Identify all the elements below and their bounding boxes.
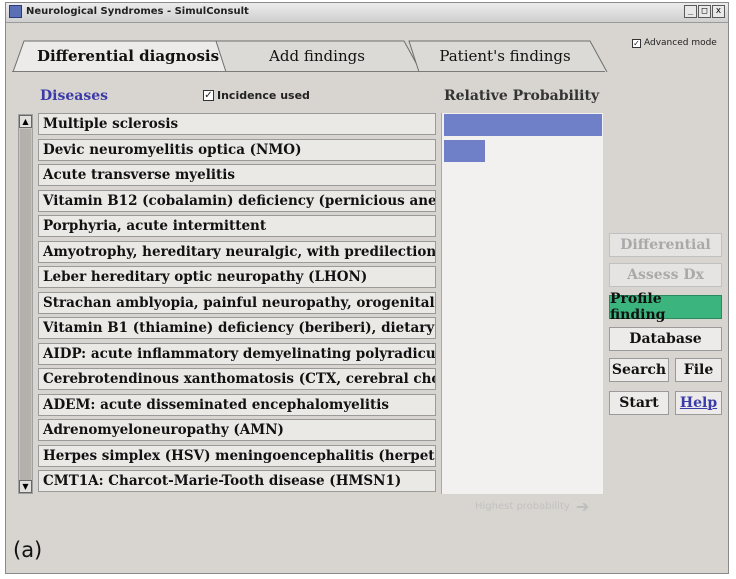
advanced-mode-toggle[interactable]: ✓ Advanced mode (632, 38, 717, 48)
scroll-down-arrow-icon[interactable]: ▼ (19, 480, 32, 493)
scroll-thumb[interactable] (20, 129, 31, 483)
disease-row[interactable]: ADEM: acute disseminated encephalomyelit… (38, 393, 436, 416)
tab-patients-findings[interactable]: Patient's findings (402, 40, 608, 73)
tab-bar: Differential diagnosis Add findings Pati… (12, 40, 608, 73)
disease-row[interactable]: Amyotrophy, hereditary neuralgic, with p… (38, 240, 436, 263)
disease-row[interactable]: Cerebrotendinous xanthomatosis (CTX, cer… (38, 368, 436, 390)
app-icon (9, 5, 22, 18)
scroll-up-arrow-icon[interactable]: ▲ (19, 115, 32, 128)
disease-row[interactable]: Vitamin B1 (thiamine) deficiency (beribe… (38, 317, 436, 339)
incidence-used-label: Incidence used (217, 89, 310, 102)
disease-list-scrollbar[interactable]: ▲ ▼ (18, 114, 33, 494)
differential-button[interactable]: Differential (609, 233, 722, 257)
disease-row[interactable]: Adrenomyeloneuropathy (AMN) (38, 419, 436, 441)
disease-row[interactable]: Porphyria, acute intermittent (38, 215, 436, 237)
maximize-button[interactable]: □ (698, 5, 711, 18)
minimize-button[interactable]: _ (684, 5, 697, 18)
disease-row[interactable]: Herpes simplex (HSV) meningoencephalitis… (38, 444, 436, 467)
hint-text: Highest probability (475, 501, 570, 512)
profile-finding-label: Profile finding (610, 291, 666, 323)
tab-add-findings[interactable]: Add findings (212, 40, 422, 73)
file-label: File (683, 362, 714, 378)
window-controls: _ □ x (684, 5, 725, 18)
database-button[interactable]: Database (609, 327, 722, 351)
relative-probability-panel (441, 113, 603, 494)
start-label: Start (619, 395, 659, 411)
disease-row[interactable]: CMT1A: Charcot-Marie-Tooth disease (HMSN… (38, 470, 436, 492)
diseases-header: Diseases (40, 88, 108, 104)
start-button[interactable]: Start (609, 391, 669, 415)
differential-label: Differential (620, 237, 711, 253)
relative-probability-header: Relative Probability (444, 88, 600, 104)
help-label: Help (679, 395, 718, 411)
disease-row[interactable]: Strachan amblyopia, painful neuropathy, … (38, 291, 436, 314)
disease-row[interactable]: Leber hereditary optic neuropathy (LHON) (38, 266, 436, 288)
checkbox-check-icon[interactable]: ✓ (632, 38, 641, 48)
tab-label: Add findings (269, 47, 365, 65)
probability-bar (444, 114, 602, 136)
tab-label: Patient's findings (439, 47, 571, 65)
disease-row[interactable]: Vitamin B12 (cobalamin) deficiency (pern… (38, 189, 436, 212)
disease-row[interactable]: Acute transverse myelitis (38, 164, 436, 186)
figure-caption: (a) (13, 538, 43, 562)
tab-differential-diagnosis[interactable]: Differential diagnosis (12, 40, 244, 73)
profile-finding-button[interactable]: Profile finding (609, 291, 722, 323)
help-button[interactable]: Help (675, 391, 722, 415)
assess-dx-label: Assess Dx (627, 267, 704, 283)
tab-underline (12, 71, 605, 72)
search-label: Search (611, 362, 667, 378)
checkbox-check-icon[interactable]: ✓ (203, 90, 214, 101)
disease-row[interactable]: Devic neuromyelitis optica (NMO) (38, 138, 436, 161)
advanced-mode-label: Advanced mode (644, 38, 717, 48)
probability-bar (444, 139, 486, 162)
disease-row[interactable]: Multiple sclerosis (38, 113, 436, 135)
highest-probability-hint: Highest probability ➔ (475, 497, 589, 516)
tab-label: Differential diagnosis (36, 47, 220, 65)
database-label: Database (629, 331, 702, 347)
disease-row[interactable]: AIDP: acute inflammatory demyelinating p… (38, 342, 436, 365)
disease-list: Multiple sclerosis Devic neuromyelitis op… (38, 113, 436, 496)
file-button[interactable]: File (675, 358, 722, 382)
close-button[interactable]: x (712, 5, 725, 18)
search-button[interactable]: Search (609, 358, 669, 382)
assess-dx-button[interactable]: Assess Dx (609, 263, 722, 287)
right-arrow-icon: ➔ (575, 497, 590, 516)
title-bar: Neurological Syndromes - SimulConsult _ … (6, 3, 728, 23)
window-title: Neurological Syndromes - SimulConsult (26, 6, 249, 17)
incidence-used-toggle[interactable]: ✓ Incidence used (203, 89, 310, 102)
